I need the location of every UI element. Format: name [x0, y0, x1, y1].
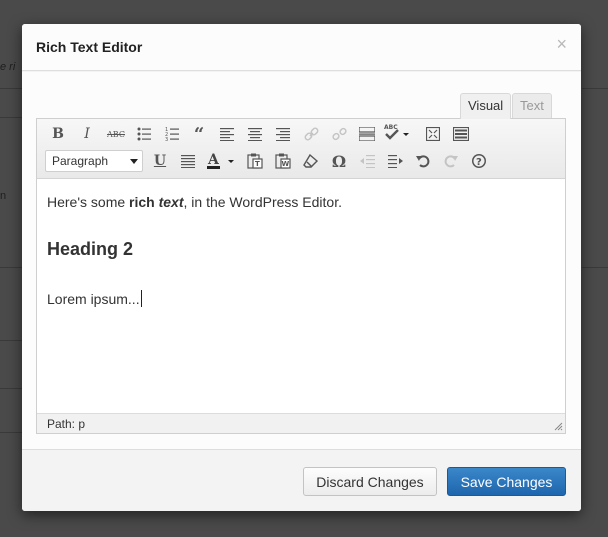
unlink-icon[interactable]: [328, 123, 350, 145]
svg-text:T: T: [255, 160, 260, 168]
redo-icon[interactable]: [440, 150, 462, 172]
justify-icon[interactable]: [177, 150, 199, 172]
editor-statusbar: Path: p: [37, 413, 565, 433]
text-run: Here's some: [47, 194, 130, 210]
svg-text:A: A: [207, 152, 220, 168]
close-icon[interactable]: ×: [556, 34, 567, 54]
format-select-value: Paragraph: [52, 154, 109, 168]
tab-text[interactable]: Text: [512, 93, 552, 118]
blockquote-icon[interactable]: “: [188, 123, 210, 145]
indent-icon[interactable]: [384, 150, 406, 172]
dialog-footer: Discard Changes Save Changes: [22, 449, 581, 511]
help-icon[interactable]: ?: [468, 150, 490, 172]
path-value[interactable]: p: [78, 417, 85, 431]
svg-text:ABC: ABC: [384, 124, 398, 131]
svg-text:3: 3: [165, 137, 168, 141]
fullscreen-icon[interactable]: [422, 123, 444, 145]
path-label: Path:: [47, 417, 76, 431]
align-left-icon[interactable]: [216, 123, 238, 145]
toolbar-toggle-icon[interactable]: [450, 123, 472, 145]
underline-icon[interactable]: U: [149, 150, 171, 172]
insert-more-icon[interactable]: [356, 123, 378, 145]
svg-text:W: W: [282, 160, 290, 168]
special-character-icon[interactable]: Ω: [328, 150, 350, 172]
heading-2: Heading 2: [47, 239, 134, 259]
editor-content[interactable]: Here's some rich text, in the WordPress …: [37, 180, 565, 412]
bold-italic-text: text: [158, 194, 184, 210]
paste-word-icon[interactable]: W: [272, 150, 294, 172]
clear-formatting-icon[interactable]: [300, 150, 322, 172]
spellcheck-icon[interactable]: ABC: [384, 121, 410, 143]
dialog-title: Rich Text Editor: [36, 39, 143, 55]
tab-visual[interactable]: Visual: [460, 93, 512, 119]
bold-text: rich: [129, 194, 155, 210]
background-fragment: e ri: [0, 61, 16, 73]
paragraph-2: Lorem ipsum...: [47, 290, 142, 309]
bold-icon[interactable]: B: [47, 123, 69, 145]
resize-grip-icon[interactable]: [554, 422, 563, 431]
outdent-icon[interactable]: [356, 150, 378, 172]
svg-text:?: ?: [476, 157, 482, 168]
save-changes-button[interactable]: Save Changes: [447, 467, 566, 496]
text-cursor: [140, 290, 142, 307]
italic-icon[interactable]: I: [76, 123, 98, 145]
align-right-icon[interactable]: [272, 123, 294, 145]
numbered-list-icon[interactable]: 123: [161, 123, 183, 145]
background-fragment: n: [0, 190, 7, 202]
undo-icon[interactable]: [412, 150, 434, 172]
bullet-list-icon[interactable]: [133, 123, 155, 145]
text-run: , in the WordPress Editor.: [183, 194, 342, 210]
chevron-down-icon: [130, 159, 138, 164]
dialog-header: Rich Text Editor ×: [22, 24, 581, 71]
text-run: Lorem ipsum...: [47, 291, 140, 307]
paragraph-1: Here's some rich text, in the WordPress …: [47, 193, 342, 212]
discard-changes-button[interactable]: Discard Changes: [303, 467, 437, 496]
strikethrough-icon[interactable]: ABC: [105, 123, 127, 145]
text-color-icon[interactable]: A: [204, 150, 238, 172]
editor-toolbar: B I ABC 123 “ ABC Paragraph U A T W Ω ?: [37, 119, 565, 179]
rich-text-editor-dialog: Rich Text Editor × Visual Text B I ABC 1…: [22, 24, 581, 511]
align-center-icon[interactable]: [244, 123, 266, 145]
editor-frame: B I ABC 123 “ ABC Paragraph U A T W Ω ? …: [36, 118, 566, 434]
format-select[interactable]: Paragraph: [45, 150, 143, 172]
paste-text-icon[interactable]: T: [244, 150, 266, 172]
link-icon[interactable]: [300, 123, 322, 145]
